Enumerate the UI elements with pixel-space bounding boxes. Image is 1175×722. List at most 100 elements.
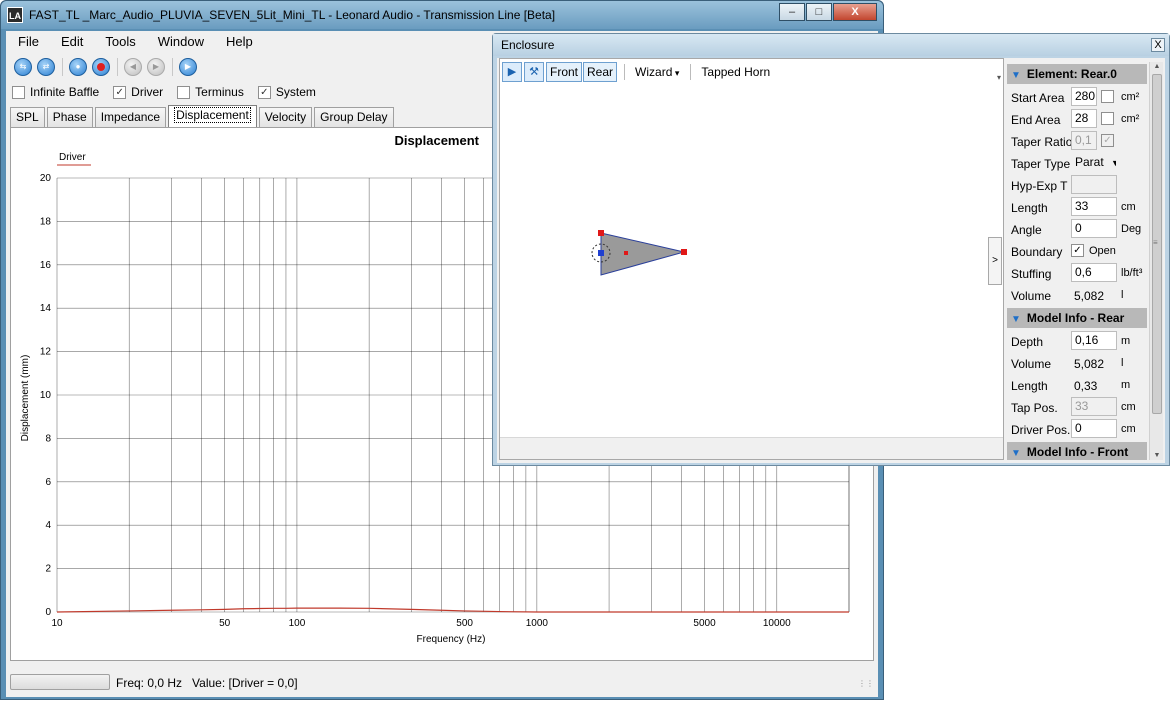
- main-titlebar[interactable]: LA FAST_TL _Marc_Audio_PLUVIA_SEVEN_5Lit…: [1, 1, 883, 29]
- tab-group-delay[interactable]: Group Delay: [314, 107, 394, 127]
- y-tick-label: 8: [45, 433, 51, 444]
- model-front-section-header[interactable]: Model Info - Front: [1007, 442, 1147, 460]
- enclosure-titlebar[interactable]: Enclosure X: [493, 34, 1169, 56]
- start-area-row: Start Area 280 cm²: [1007, 86, 1147, 108]
- run-icon[interactable]: ▶: [179, 58, 197, 76]
- series-line-driver: [56, 607, 849, 613]
- start-area-checkbox[interactable]: [1101, 90, 1114, 103]
- menu-edit[interactable]: Edit: [49, 31, 93, 53]
- tab-velocity[interactable]: Velocity: [258, 107, 313, 127]
- enclosure-canvas-panel: ▶ ⚒ Front Rear Wizard Tapped Horn ▾ >: [499, 58, 1004, 460]
- forward-icon[interactable]: ▶: [147, 58, 165, 76]
- taper-type-select[interactable]: Parat ▼: [1071, 153, 1117, 172]
- model-rear-section-header[interactable]: Model Info - Rear: [1007, 308, 1147, 328]
- resize-grip-icon[interactable]: ⋮⋮: [858, 679, 874, 688]
- tab-spl[interactable]: SPL: [10, 107, 45, 127]
- horn-element-shape[interactable]: [600, 232, 685, 276]
- properties-scrollbar[interactable]: ▲ ≡ ▼: [1149, 62, 1163, 460]
- scroll-up-icon[interactable]: ▲: [1150, 63, 1164, 70]
- toolbar-overflow-icon[interactable]: ▾: [997, 73, 1001, 82]
- back-icon[interactable]: ◀: [124, 58, 142, 76]
- terminus-label: Terminus: [195, 85, 244, 99]
- x-tick-label: 10000: [763, 618, 791, 629]
- enclosure-window: Enclosure X ▶ ⚒ Front Rear Wizard Tapped…: [492, 33, 1170, 466]
- y-tick-label: 16: [40, 260, 52, 271]
- legend-driver-label: Driver: [59, 152, 86, 163]
- play-icon[interactable]: ▶: [502, 62, 522, 82]
- tap-pos-unit: cm: [1121, 401, 1136, 413]
- import-icon[interactable]: ⇆: [14, 58, 32, 76]
- menu-window[interactable]: Window: [146, 31, 214, 53]
- stuffing-field[interactable]: 0,6: [1071, 263, 1117, 282]
- main-toolbar: ⇆ ⇄ ● ◀ ▶ ▶: [6, 55, 202, 79]
- menu-file[interactable]: File: [6, 31, 49, 53]
- node-handle-center[interactable]: [624, 251, 628, 255]
- boundary-row: Boundary ✓ Open: [1007, 240, 1147, 262]
- x-tick-label: 1000: [526, 618, 549, 629]
- rear-volume-label: Volume: [1011, 357, 1052, 371]
- scroll-down-icon[interactable]: ▼: [1150, 452, 1164, 459]
- stuffing-row: Stuffing 0,6 lb/ft³: [1007, 262, 1147, 284]
- driver-pos-field[interactable]: 0: [1071, 419, 1117, 438]
- status-progress-bar: [10, 674, 110, 690]
- menu-help[interactable]: Help: [214, 31, 263, 53]
- maximize-button[interactable]: □: [806, 3, 832, 21]
- element-section-header[interactable]: Element: Rear.0: [1007, 64, 1147, 84]
- rear-length-label: Length: [1011, 379, 1048, 393]
- boundary-open-checkbox[interactable]: ✓: [1071, 244, 1084, 257]
- angle-label: Angle: [1011, 223, 1042, 237]
- angle-field[interactable]: 0: [1071, 219, 1117, 238]
- tab-displacement[interactable]: Displacement: [168, 105, 257, 127]
- front-button[interactable]: Front: [546, 62, 583, 82]
- expand-panel-button[interactable]: >: [988, 237, 1002, 285]
- tab-impedance[interactable]: Impedance: [94, 107, 167, 127]
- wrench-icon[interactable]: ⚒: [524, 62, 544, 82]
- driver-checkbox[interactable]: ✓: [113, 85, 127, 99]
- node-handle-tip[interactable]: [681, 249, 687, 255]
- play-icon[interactable]: ●: [69, 58, 87, 76]
- start-area-field[interactable]: 280: [1071, 87, 1097, 106]
- tab-phase[interactable]: Phase: [46, 107, 93, 127]
- plot-options: Infinite Baffle ✓ Driver Terminus ✓ Syst…: [12, 83, 330, 101]
- y-tick-label: 4: [45, 520, 51, 531]
- volume-row: Volume 5,082 l: [1007, 284, 1147, 306]
- y-axis-label: Displacement (mm): [20, 355, 31, 442]
- stuffing-label: Stuffing: [1011, 267, 1052, 281]
- close-button[interactable]: X: [833, 3, 877, 21]
- record-icon[interactable]: [92, 58, 110, 76]
- y-tick-label: 12: [40, 347, 52, 358]
- volume-label: Volume: [1011, 289, 1052, 303]
- system-checkbox[interactable]: ✓: [257, 85, 271, 99]
- end-area-field[interactable]: 28: [1071, 109, 1097, 128]
- end-area-unit: cm²: [1121, 113, 1140, 125]
- toolbar-separator: [117, 58, 118, 76]
- depth-field[interactable]: 0,16: [1071, 331, 1117, 350]
- chart-series: [56, 607, 849, 613]
- enclosure-diagram[interactable]: [500, 85, 1003, 455]
- tapped-horn-button[interactable]: Tapped Horn: [697, 62, 774, 82]
- length-field[interactable]: 33: [1071, 197, 1117, 216]
- x-tick-label: 50: [219, 618, 231, 629]
- infinite-baffle-checkbox[interactable]: [12, 85, 25, 99]
- end-area-checkbox[interactable]: [1101, 112, 1114, 125]
- status-freq: Freq: 0,0 Hz: [116, 676, 183, 690]
- length-unit: cm: [1121, 201, 1136, 213]
- depth-label: Depth: [1011, 335, 1044, 349]
- export-icon[interactable]: ⇄: [37, 58, 55, 76]
- rear-button[interactable]: Rear: [583, 62, 618, 82]
- wizard-dropdown[interactable]: Wizard: [631, 62, 683, 82]
- taper-type-row: Taper Type Parat ▼: [1007, 152, 1147, 174]
- menu-tools[interactable]: Tools: [93, 31, 145, 53]
- node-handle-top[interactable]: [598, 230, 604, 236]
- tab-displacement-label: Displacement: [174, 107, 251, 123]
- terminus-checkbox[interactable]: [177, 85, 191, 99]
- driver-handle[interactable]: [598, 250, 604, 256]
- enclosure-close-button[interactable]: X: [1151, 38, 1165, 52]
- toolbar-separator: [690, 64, 692, 80]
- taper-ratio-row: Taper Ratio 0,1 ✓: [1007, 130, 1147, 152]
- minimize-button[interactable]: –: [779, 3, 805, 21]
- toolbar-separator: [624, 64, 626, 80]
- taper-type-label: Taper Type: [1011, 157, 1071, 171]
- rear-length-value: 0,33: [1074, 379, 1098, 393]
- driver-pos-row: Driver Pos. 0 cm: [1007, 418, 1147, 440]
